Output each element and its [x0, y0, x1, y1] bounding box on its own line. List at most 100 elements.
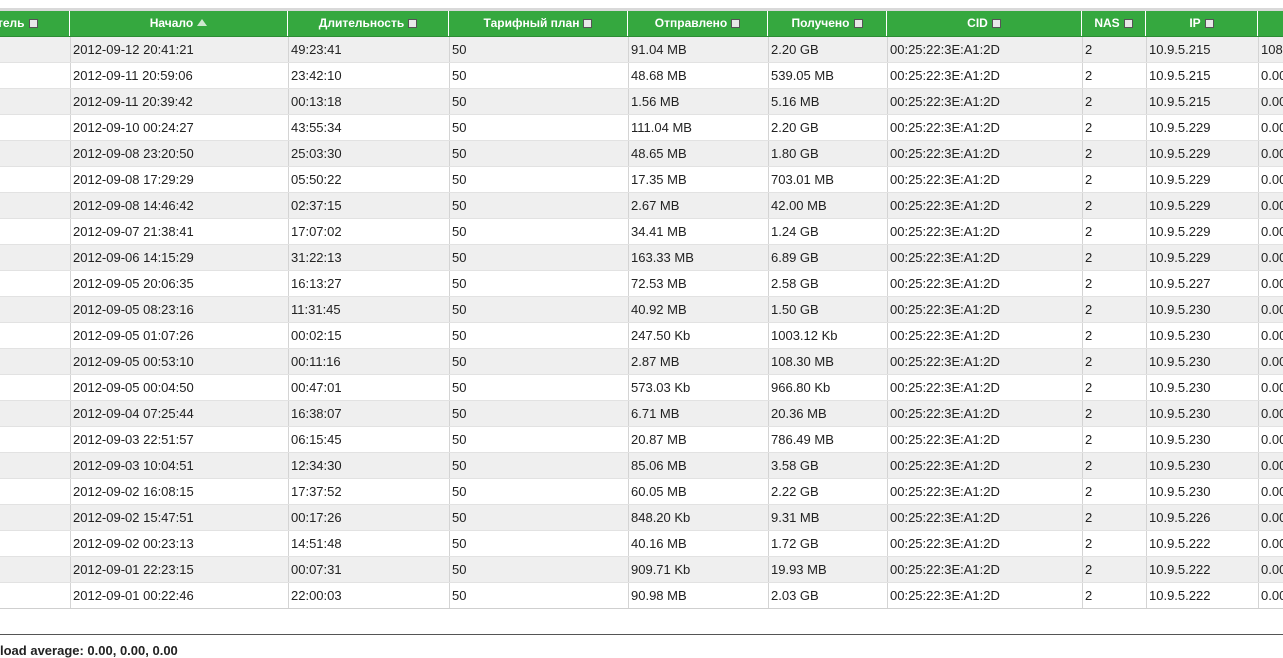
table-row[interactable]: 2012-09-11 20:59:06 23:42:10 50 48.68 MB 539… — [0, 63, 1283, 89]
column-header-user[interactable]: тель — [0, 11, 70, 36]
cell-extra: 0.00 — [1258, 323, 1283, 348]
cell-nas: 2 — [1082, 375, 1146, 400]
cell-cid: 00:25:22:3E:A1:2D — [887, 505, 1082, 530]
column-header-tariff[interactable]: Тарифный план — [449, 11, 628, 36]
table-row[interactable]: 2012-09-05 00:53:10 00:11:16 50 2.87 MB 108.… — [0, 349, 1283, 375]
table-row[interactable]: 2012-09-03 10:04:51 12:34:30 50 85.06 MB 3.5… — [0, 453, 1283, 479]
cell-received: 3.58 GB — [768, 453, 887, 478]
column-toggle-checkbox[interactable] — [1204, 19, 1214, 28]
column-toggle-checkbox[interactable] — [1123, 19, 1133, 28]
table-header: тель Начало Длительность Тарифный план Отпра… — [0, 11, 1283, 37]
cell-nas: 2 — [1082, 37, 1146, 62]
column-header-label: Тарифный план — [483, 16, 580, 30]
cell-sent: 34.41 MB — [628, 219, 768, 244]
cell-sent: 20.87 MB — [628, 427, 768, 452]
cell-user — [0, 297, 70, 322]
cell-received: 1.50 GB — [768, 297, 887, 322]
column-header-received[interactable]: Получено — [768, 11, 887, 36]
sort-ascending-icon[interactable] — [197, 19, 208, 26]
column-header-label: Отправлено — [654, 16, 728, 30]
cell-start: 2012-09-05 00:04:50 — [70, 375, 288, 400]
cell-tariff: 50 — [449, 375, 628, 400]
cell-nas: 2 — [1082, 167, 1146, 192]
cell-extra: 0.00 — [1258, 505, 1283, 530]
cell-received: 1.24 GB — [768, 219, 887, 244]
cell-cid: 00:25:22:3E:A1:2D — [887, 583, 1082, 608]
table-row[interactable]: 2012-09-12 20:41:21 49:23:41 50 91.04 MB 2.2… — [0, 37, 1283, 63]
cell-sent: 163.33 MB — [628, 245, 768, 270]
table-row[interactable]: 2012-09-04 07:25:44 16:38:07 50 6.71 MB 20.3… — [0, 401, 1283, 427]
cell-cid: 00:25:22:3E:A1:2D — [887, 427, 1082, 452]
cell-tariff: 50 — [449, 557, 628, 582]
cell-start: 2012-09-05 01:07:26 — [70, 323, 288, 348]
cell-nas: 2 — [1082, 557, 1146, 582]
cell-user — [0, 245, 70, 270]
cell-tariff: 50 — [449, 505, 628, 530]
table-row[interactable]: 2012-09-02 00:23:13 14:51:48 50 40.16 MB 1.7… — [0, 531, 1283, 557]
cell-user — [0, 557, 70, 582]
table-row[interactable]: 2012-09-02 16:08:15 17:37:52 50 60.05 MB 2.2… — [0, 479, 1283, 505]
table-row[interactable]: 2012-09-05 20:06:35 16:13:27 50 72.53 MB 2.5… — [0, 271, 1283, 297]
table-row[interactable]: 2012-09-03 22:51:57 06:15:45 50 20.87 MB 786… — [0, 427, 1283, 453]
cell-nas: 2 — [1082, 323, 1146, 348]
table-row[interactable]: 2012-09-08 17:29:29 05:50:22 50 17.35 MB 703… — [0, 167, 1283, 193]
cell-start: 2012-09-12 20:41:21 — [70, 37, 288, 62]
cell-cid: 00:25:22:3E:A1:2D — [887, 375, 1082, 400]
table-row[interactable]: 2012-09-10 00:24:27 43:55:34 50 111.04 MB 2.… — [0, 115, 1283, 141]
cell-cid: 00:25:22:3E:A1:2D — [887, 219, 1082, 244]
table-row[interactable]: 2012-09-05 01:07:26 00:02:15 50 247.50 Kb 10… — [0, 323, 1283, 349]
table-row[interactable]: 2012-09-11 20:39:42 00:13:18 50 1.56 MB 5.16… — [0, 89, 1283, 115]
cell-start: 2012-09-08 23:20:50 — [70, 141, 288, 166]
table-row[interactable]: 2012-09-02 15:47:51 00:17:26 50 848.20 Kb 9.… — [0, 505, 1283, 531]
cell-user — [0, 141, 70, 166]
column-header-ip[interactable]: IP — [1146, 11, 1258, 36]
cell-duration: 00:02:15 — [288, 323, 449, 348]
cell-user — [0, 37, 70, 62]
table-row[interactable]: 2012-09-08 14:46:42 02:37:15 50 2.67 MB 42.0… — [0, 193, 1283, 219]
column-toggle-checkbox[interactable] — [583, 19, 593, 28]
table-row[interactable]: 2012-09-01 00:22:46 22:00:03 50 90.98 MB 2.0… — [0, 583, 1283, 609]
column-header-start[interactable]: Начало — [70, 11, 288, 36]
column-header-extra[interactable] — [1258, 11, 1283, 36]
column-header-nas[interactable]: NAS — [1082, 11, 1146, 36]
table-row[interactable]: 2012-09-05 08:23:16 11:31:45 50 40.92 MB 1.5… — [0, 297, 1283, 323]
table-row[interactable]: 2012-09-06 14:15:29 31:22:13 50 163.33 MB 6.… — [0, 245, 1283, 271]
column-toggle-checkbox[interactable] — [853, 19, 863, 28]
column-header-sent[interactable]: Отправлено — [628, 11, 768, 36]
column-toggle-checkbox[interactable] — [408, 19, 418, 28]
cell-duration: 05:50:22 — [288, 167, 449, 192]
cell-user — [0, 479, 70, 504]
table-row[interactable]: 2012-09-08 23:20:50 25:03:30 50 48.65 MB 1.8… — [0, 141, 1283, 167]
cell-cid: 00:25:22:3E:A1:2D — [887, 167, 1082, 192]
cell-extra: 0.00 — [1258, 245, 1283, 270]
cell-cid: 00:25:22:3E:A1:2D — [887, 63, 1082, 88]
cell-tariff: 50 — [449, 167, 628, 192]
cell-extra: 0.00 — [1258, 479, 1283, 504]
column-toggle-checkbox[interactable] — [28, 19, 38, 28]
column-header-label: CID — [967, 16, 988, 30]
cell-cid: 00:25:22:3E:A1:2D — [887, 531, 1082, 556]
table-row[interactable]: 2012-09-01 22:23:15 00:07:31 50 909.71 Kb 19… — [0, 557, 1283, 583]
column-toggle-checkbox[interactable] — [991, 19, 1001, 28]
cell-ip: 10.9.5.229 — [1146, 167, 1258, 192]
cell-received: 9.31 MB — [768, 505, 887, 530]
cell-user — [0, 63, 70, 88]
cell-start: 2012-09-06 14:15:29 — [70, 245, 288, 270]
cell-received: 786.49 MB — [768, 427, 887, 452]
table-row[interactable]: 2012-09-05 00:04:50 00:47:01 50 573.03 Kb 96… — [0, 375, 1283, 401]
column-header-duration[interactable]: Длительность — [288, 11, 449, 36]
column-header-cid[interactable]: CID — [887, 11, 1082, 36]
cell-duration: 16:38:07 — [288, 401, 449, 426]
cell-tariff: 50 — [449, 479, 628, 504]
cell-extra: 0.00 — [1258, 531, 1283, 556]
cell-extra: 0.00 — [1258, 375, 1283, 400]
cell-cid: 00:25:22:3E:A1:2D — [887, 115, 1082, 140]
cell-sent: 48.65 MB — [628, 141, 768, 166]
cell-extra: 0.00 — [1258, 401, 1283, 426]
cell-user — [0, 375, 70, 400]
table-row[interactable]: 2012-09-07 21:38:41 17:07:02 50 34.41 MB 1.2… — [0, 219, 1283, 245]
column-toggle-checkbox[interactable] — [731, 19, 741, 28]
cell-received: 42.00 MB — [768, 193, 887, 218]
cell-user — [0, 193, 70, 218]
cell-sent: 6.71 MB — [628, 401, 768, 426]
